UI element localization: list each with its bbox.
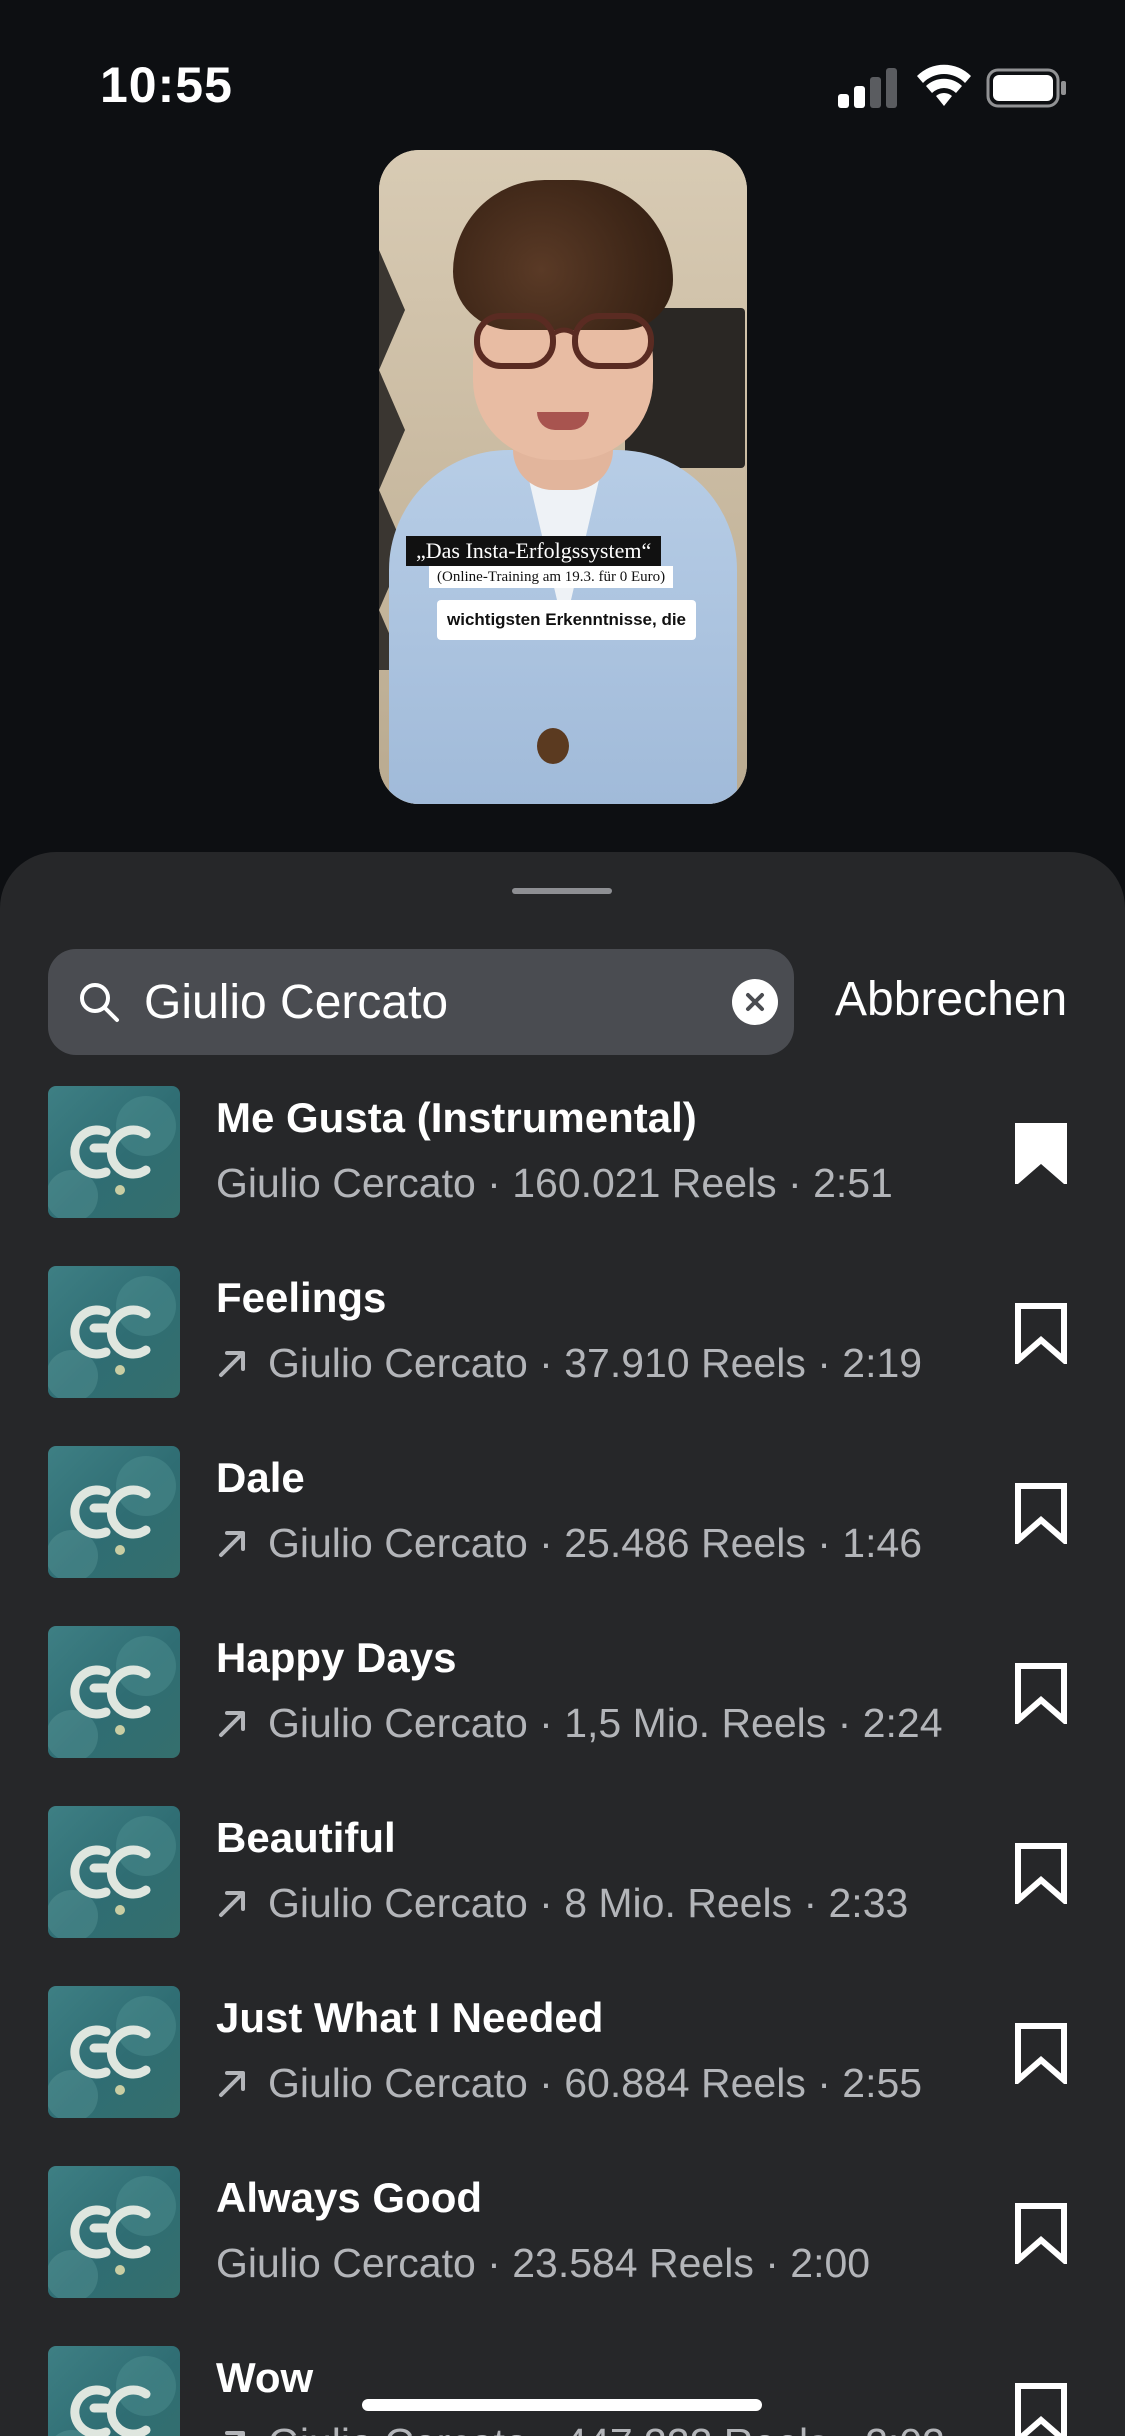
track-meta-text: Giulio Cercato · 1,5 Mio. Reels · 2:24 [268,1700,943,1746]
track-title: Wow [216,2354,314,2401]
track-title: Beautiful [216,1814,396,1861]
preview-caption-title: „Das Insta-Erfolgssystem“ [406,536,662,566]
track-title: Happy Days [216,1634,457,1681]
bookmark-icon[interactable] [1014,1842,1068,1904]
preview-caption-text: wichtigsten Erkenntnisse, die [437,600,697,640]
track-meta-text: Giulio Cercato · 23.584 Reels · 2:00 [216,2240,871,2286]
trending-arrow-icon [219,1710,245,1737]
gc-logo-icon [48,1456,176,1578]
bookmark-icon[interactable] [1014,2382,1068,2436]
gc-logo-icon [48,1096,176,1218]
search-input[interactable] [144,949,704,1055]
track-cover [48,1086,180,1218]
track-cover [48,2346,180,2436]
track-title: Me Gusta (Instrumental) [216,1094,697,1141]
track-cover [48,1266,180,1398]
track-meta: Giulio Cercato · 447.322 Reels · 2:02 [216,2420,945,2436]
clear-search-button[interactable] [732,979,778,1025]
track-row[interactable]: Me Gusta (Instrumental) Giulio Cercato · … [0,1086,1125,1266]
trending-arrow-icon [219,1890,245,1917]
track-cover [48,1986,180,2118]
track-title: Dale [216,1454,305,1501]
trending-arrow-icon [219,2070,245,2097]
wifi-icon [917,64,971,106]
track-meta-text: Giulio Cercato · 447.322 Reels · 2:02 [268,2420,945,2436]
sheet-grabber[interactable] [512,888,612,894]
track-row[interactable]: Feelings Giulio Cercato · 37.910 Reels · … [0,1266,1125,1446]
bookmark-icon[interactable] [1014,1662,1068,1724]
track-meta: Giulio Cercato · 37.910 Reels · 2:19 [216,1340,922,1387]
trending-arrow-icon [219,1530,245,1557]
bookmark-icon[interactable] [1014,2202,1068,2264]
track-title: Just What I Needed [216,1994,604,2041]
track-cover [48,1806,180,1938]
status-bar: 10:55 [0,0,1125,170]
battery-icon [986,68,1066,108]
cardigan-button [537,728,569,764]
cancel-button[interactable]: Abbrechen [835,972,1067,1027]
track-cover [48,1626,180,1758]
track-meta: Giulio Cercato · 160.021 Reels · 2:51 [216,1160,893,1207]
search-field[interactable] [48,949,794,1055]
track-meta: Giulio Cercato · 1,5 Mio. Reels · 2:24 [216,1700,943,1747]
track-cover [48,1446,180,1578]
track-meta-text: Giulio Cercato · 37.910 Reels · 2:19 [268,1340,923,1386]
track-row[interactable]: Happy Days Giulio Cercato · 1,5 Mio. Reel… [0,1626,1125,1806]
track-cover [48,2166,180,2298]
home-indicator[interactable] [362,2399,762,2411]
trending-arrow-icon [219,1350,245,1377]
bookmark-icon[interactable] [1014,1482,1068,1544]
bookmark-icon[interactable] [1014,1122,1068,1184]
track-meta-text: Giulio Cercato · 8 Mio. Reels · 2:33 [268,1880,909,1926]
gc-logo-icon [48,1996,176,2118]
bookmark-icon[interactable] [1014,2022,1068,2084]
track-meta-text: Giulio Cercato · 160.021 Reels · 2:51 [216,1160,893,1206]
glasses [474,313,654,369]
preview-caption-subtitle: (Online-Training am 19.3. für 0 Euro) [429,566,674,588]
audio-search-sheet: Abbrechen Me Gusta (Instrumental) Giulio … [0,852,1125,2436]
cellular-signal-icon [838,66,898,108]
track-title: Feelings [216,1274,387,1321]
track-title: Always Good [216,2174,483,2221]
track-row[interactable]: Just What I Needed Giulio Cercato · 60.88… [0,1986,1125,2166]
gc-logo-icon [48,1816,176,1938]
track-meta: Giulio Cercato · 60.884 Reels · 2:55 [216,2060,922,2107]
track-meta-text: Giulio Cercato · 60.884 Reels · 2:55 [268,2060,923,2106]
gc-logo-icon [55,2356,176,2436]
gc-logo-icon [48,1636,176,1758]
track-meta: Giulio Cercato · 25.486 Reels · 1:46 [216,1520,922,1567]
close-icon [746,993,764,1011]
trending-arrow-icon [225,2430,245,2436]
reel-preview[interactable]: „Das Insta-Erfolgssystem“ (Online-Traini… [379,150,747,804]
track-row[interactable]: Dale Giulio Cercato · 25.486 Reels · 1:46 [0,1446,1125,1626]
gc-logo-icon [48,2176,176,2298]
track-meta: Giulio Cercato · 8 Mio. Reels · 2:33 [216,1880,908,1927]
bookmark-icon[interactable] [1014,1302,1068,1364]
track-meta: Giulio Cercato · 23.584 Reels · 2:00 [216,2240,870,2287]
track-row[interactable]: Always Good Giulio Cercato · 23.584 Reels… [0,2166,1125,2346]
gc-logo-icon [48,1276,176,1398]
track-meta-text: Giulio Cercato · 25.486 Reels · 1:46 [268,1520,923,1566]
search-icon [80,983,119,1022]
track-row[interactable]: Beautiful Giulio Cercato · 8 Mio. Reels ·… [0,1806,1125,1986]
track-row[interactable]: Wow Giulio Cercato · 447.322 Reels · 2:02 [0,2346,1125,2436]
status-time: 10:55 [100,57,233,113]
